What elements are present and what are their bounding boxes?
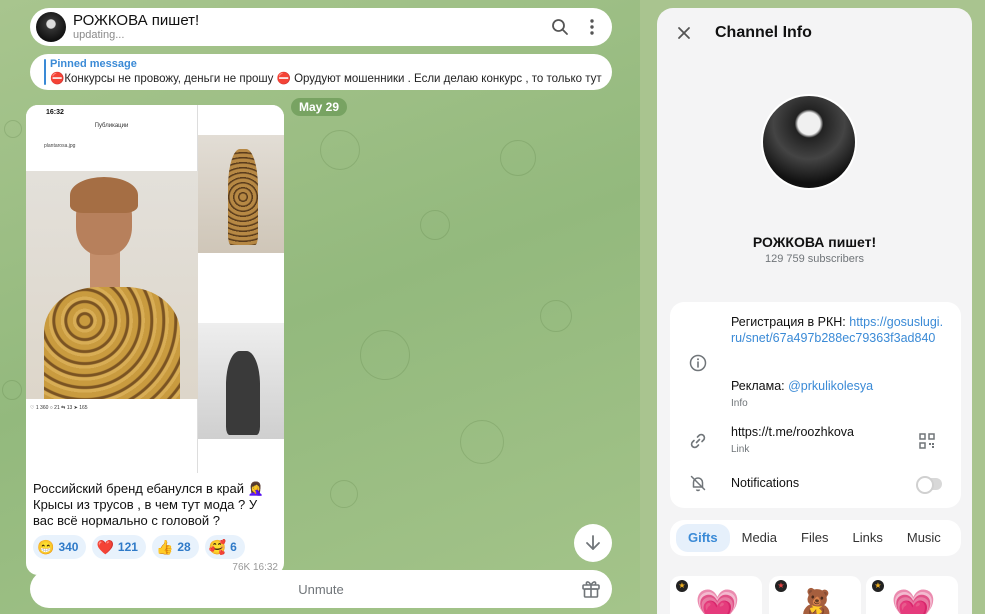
info-label: Info — [731, 398, 748, 409]
bell-off-icon — [687, 472, 709, 494]
post-text: Российский бренд ебанулся в край 🤦‍♀️ Кр… — [33, 481, 264, 528]
chat-header[interactable]: РОЖКОВА пишет! updating... — [30, 8, 612, 46]
info-icon — [687, 352, 709, 374]
screenshot-main: 16:32 Публикации plantarosa.jpg ♡ 1 360 … — [26, 105, 198, 473]
channel-name: РОЖКОВА пишет! — [752, 234, 877, 250]
pinned-label: Pinned message — [50, 58, 137, 70]
gift-tile[interactable]: ★ 💗 — [866, 576, 958, 614]
star-badge-icon: ★ — [676, 580, 688, 592]
heart-gift-icon: 💗 — [891, 587, 936, 614]
pinned-bar — [44, 59, 46, 85]
tab-gifts[interactable]: Gifts — [676, 524, 730, 552]
chat-title: РОЖКОВА пишет! — [73, 12, 200, 29]
description-prefix: Регистрация в РКН: — [731, 315, 850, 329]
grin-emoji-icon: 😁 — [37, 538, 55, 555]
info-card: Регистрация в РКН: https://gosuslugi.ru/… — [670, 302, 961, 508]
channel-info-panel: Channel Info РОЖКОВА пишет! 129 759 subs… — [657, 8, 972, 614]
chat-status: updating... — [73, 29, 125, 41]
reaction-smiling-hearts[interactable]: 🥰 6 — [204, 535, 245, 559]
smiling-hearts-emoji-icon: 🥰 — [208, 538, 227, 555]
more-icon[interactable] — [576, 11, 608, 43]
media-tabs: Gifts Media Files Links Music — [670, 520, 961, 556]
gift-tile[interactable]: ★ 🧸 — [769, 576, 861, 614]
channel-avatar-large[interactable] — [761, 94, 857, 190]
heart-gift-icon: 💗 — [695, 587, 740, 614]
phone-time: 16:32 — [46, 109, 64, 116]
star-badge-icon: ★ — [775, 580, 787, 592]
phone-stats: ♡ 1 360 ○ 21 ⇆ 13 ➤ 165 — [30, 405, 88, 411]
qr-code-icon[interactable] — [916, 430, 938, 452]
gift-tile[interactable]: ★ 💗 — [670, 576, 762, 614]
channel-avatar[interactable] — [36, 12, 66, 42]
post-photo[interactable]: 16:32 Публикации plantarosa.jpg ♡ 1 360 … — [26, 105, 284, 473]
search-icon[interactable] — [544, 11, 576, 43]
model-photo — [26, 171, 198, 399]
reaction-thumbs-up[interactable]: 👍 28 — [151, 535, 199, 559]
panel-header: Channel Info — [657, 8, 972, 58]
teddy-bear-gift-icon: 🧸 — [794, 587, 839, 614]
date-badge: May 29 — [291, 98, 348, 116]
link-label: Link — [731, 444, 750, 455]
tab-media[interactable]: Media — [730, 524, 789, 552]
phone-user: plantarosa.jpg — [44, 143, 76, 149]
scroll-down-button[interactable] — [574, 524, 612, 562]
phone-title: Публикации — [94, 123, 129, 129]
tab-files[interactable]: Files — [789, 524, 840, 552]
tab-music[interactable]: Music — [895, 524, 953, 552]
chat-title-block[interactable]: РОЖКОВА пишет! updating... — [73, 12, 544, 42]
unmute-button[interactable]: Unmute — [30, 570, 612, 608]
side-photo-2 — [198, 323, 284, 439]
screenshot-side — [198, 105, 284, 473]
reaction-count: 121 — [117, 540, 138, 554]
channel-post[interactable]: 16:32 Публикации plantarosa.jpg ♡ 1 360 … — [26, 105, 284, 575]
reaction-grin[interactable]: 😁 340 — [33, 535, 87, 559]
pinned-message[interactable]: Pinned message ⛔️Конкурсы не провожу, де… — [30, 54, 612, 90]
star-badge-icon: ★ — [872, 580, 884, 592]
gift-icon[interactable] — [580, 577, 602, 604]
thumbs-up-emoji-icon: 👍 — [155, 538, 174, 555]
reactions: 😁 340 ❤️ 121 👍 28 🥰 6 — [33, 535, 245, 559]
reaction-count: 6 — [230, 540, 237, 554]
side-photo-1 — [198, 135, 284, 253]
unmute-label: Unmute — [298, 581, 344, 597]
reaction-count: 340 — [58, 540, 79, 554]
ads-prefix: Реклама: — [731, 379, 789, 393]
link-icon — [687, 430, 709, 452]
reaction-count: 28 — [177, 540, 191, 554]
ads-text: Реклама: @prkulikolesya — [731, 378, 947, 394]
channel-link: https://t.me/roozhkova — [731, 425, 854, 439]
heart-emoji-icon: ❤️ — [96, 538, 114, 555]
pinned-text: ⛔️Конкурсы не провожу, деньги не прошу ⛔… — [50, 73, 605, 85]
close-icon[interactable] — [665, 8, 703, 58]
reaction-heart[interactable]: ❤️ 121 — [92, 535, 146, 559]
tab-links[interactable]: Links — [841, 524, 895, 552]
notifications-toggle[interactable] — [916, 476, 942, 494]
notifications-label: Notifications — [731, 476, 800, 490]
description-text: Регистрация в РКН: https://gosuslugi.ru/… — [731, 314, 947, 346]
arrow-down-icon — [586, 535, 600, 550]
subscriber-count: 129 759 subscribers — [764, 253, 865, 265]
ads-link[interactable]: @prkulikolesya — [788, 379, 873, 393]
right-panel-wrap: Channel Info РОЖКОВА пишет! 129 759 subs… — [640, 0, 985, 614]
panel-title: Channel Info — [715, 24, 812, 41]
